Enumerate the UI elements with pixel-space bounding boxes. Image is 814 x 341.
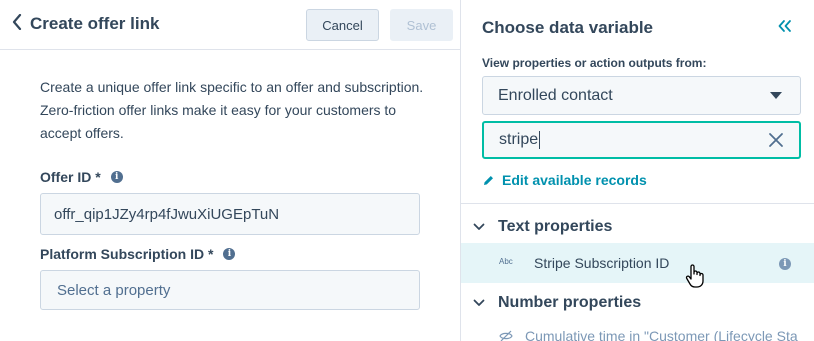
chevron-down-icon [473,223,485,231]
divider [461,203,814,204]
chevron-down-icon [473,299,485,307]
create-offer-link-panel: Create offer link Cancel Save Create a u… [0,0,460,341]
offer-id-label-text: Offer ID * [40,169,101,185]
view-from-label: View properties or action outputs from: [482,56,707,70]
hand-pointer-cursor-icon [685,263,705,294]
description-text: Create a unique offer link specific to a… [40,79,424,141]
text-cursor [539,131,541,149]
panel-header: Create offer link Cancel Save [0,0,460,50]
caret-down-icon [770,92,782,99]
offer-id-label: Offer ID * i [40,169,123,185]
text-type-icon: Abc [499,257,513,266]
data-variable-panel: Choose data variable View properties or … [460,0,814,341]
info-icon[interactable]: i [110,171,123,183]
source-select-value: Enrolled contact [498,86,613,104]
offer-id-value: offr_qip1JZy4rp4fJwuXiUGEpTuN [54,205,280,223]
info-icon[interactable]: i [223,248,236,260]
edit-available-records-link[interactable]: Edit available records [482,172,647,188]
info-icon[interactable]: i [779,258,791,270]
hidden-eye-icon [499,329,513,341]
offer-id-input[interactable]: offr_qip1JZy4rp4fJwuXiUGEpTuN [40,193,420,235]
subscription-id-placeholder: Select a property [57,281,171,299]
data-variable-title: Choose data variable [482,18,654,37]
group-label: Text properties [498,218,613,235]
subscription-id-label-text: Platform Subscription ID * [40,246,214,262]
property-search-input[interactable]: stripe [482,121,801,159]
property-item-stripe-subscription-id[interactable]: Abc Stripe Subscription ID i [461,243,814,283]
panel-title: Create offer link [30,14,160,33]
group-text-properties[interactable]: Text properties [473,218,612,236]
property-label: Cumulative time in "Customer (Lifecycle … [525,328,798,341]
save-button[interactable]: Save [390,9,453,41]
property-item-cumulative-time[interactable]: Cumulative time in "Customer (Lifecycle … [461,323,814,341]
subscription-id-select[interactable]: Select a property [40,270,420,310]
search-value: stripe [499,131,539,148]
pencil-icon [482,174,495,187]
group-number-properties[interactable]: Number properties [473,294,641,312]
back-chevron-icon[interactable] [12,12,22,36]
clear-x-icon[interactable] [767,131,785,149]
subscription-id-label: Platform Subscription ID * i [40,246,236,262]
group-label: Number properties [498,294,642,311]
source-select[interactable]: Enrolled contact [482,76,801,115]
property-label: Stripe Subscription ID [534,255,670,271]
edit-link-label: Edit available records [502,172,647,188]
collapse-double-chevron-icon[interactable] [778,16,792,38]
cancel-button[interactable]: Cancel [306,9,379,41]
